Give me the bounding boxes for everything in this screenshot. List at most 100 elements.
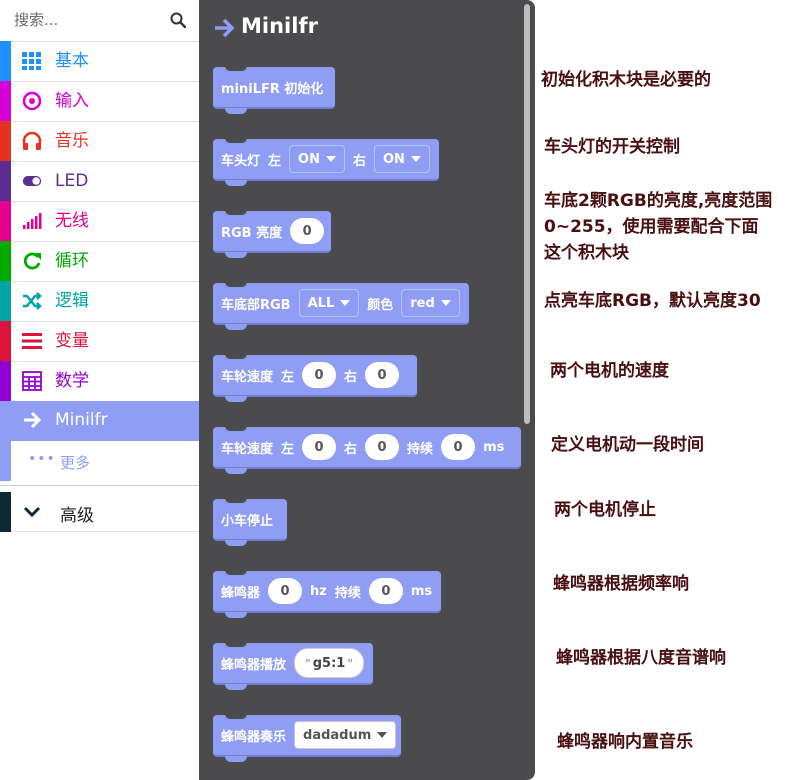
category-loops[interactable]: 循环	[0, 241, 199, 281]
category-color-bar	[0, 41, 11, 81]
grid-icon	[22, 52, 41, 70]
hz-label: hz	[310, 583, 327, 599]
category-label: 输入	[55, 91, 89, 111]
signal-icon	[23, 213, 42, 229]
caret-down-icon	[440, 300, 451, 306]
caret-down-icon	[325, 156, 336, 162]
category-color-bar	[0, 81, 11, 121]
block-label: 蜂鸣器播放	[221, 657, 287, 673]
dropdown-value: red	[410, 295, 435, 311]
category-advanced[interactable]: 高级	[0, 492, 199, 532]
left-speed-input[interactable]: 0	[302, 362, 337, 388]
duration-input[interactable]: 0	[368, 578, 403, 604]
dropdown-value: ALL	[307, 295, 335, 311]
rgb-color-dropdown[interactable]: red	[401, 289, 460, 317]
toolbox-sidebar: 基本 输入 音乐 LED 无线 循环 逻辑 变量 数学	[0, 0, 200, 780]
note-wheel-timed: 定义电机动一段时间	[551, 435, 704, 455]
search-box	[0, 0, 199, 40]
category-color-bar	[0, 241, 11, 281]
note-wheel-speed: 两个电机的速度	[550, 361, 669, 381]
block-wheel-speed-timed[interactable]: 车轮速度 左 0 右 0 持续 0 ms	[213, 426, 521, 474]
block-stop[interactable]: 小车停止	[213, 498, 287, 546]
category-more[interactable]: ••• 更多	[0, 441, 199, 481]
unit-label: ms	[410, 583, 433, 599]
category-music[interactable]: 音乐	[0, 121, 199, 161]
melody-dropdown[interactable]: dadadum	[294, 721, 397, 749]
left-light-dropdown[interactable]: ON	[289, 145, 345, 173]
category-radio[interactable]: 无线	[0, 201, 199, 241]
block-label: RGB 亮度	[221, 225, 283, 241]
category-color-bar	[0, 121, 11, 161]
category-label: 无线	[55, 211, 89, 231]
toggle-icon	[22, 176, 42, 186]
block-label: 车底部RGB	[221, 297, 291, 313]
block-buzzer-music[interactable]: 蜂鸣器奏乐 dadadum	[213, 714, 401, 762]
right-speed-input[interactable]: 0	[365, 362, 400, 388]
category-color-bar	[0, 441, 11, 481]
note-rgb-brightness-2: 0~255，使用需要配合下面	[544, 217, 759, 237]
unit-label: ms	[483, 439, 505, 455]
category-label: 基本	[55, 51, 89, 71]
left-speed-input[interactable]: 0	[302, 434, 337, 460]
divider	[0, 485, 199, 486]
category-color-bar	[0, 201, 11, 241]
right-label: 右	[344, 441, 358, 457]
category-logic[interactable]: 逻辑	[0, 281, 199, 321]
category-color-bar	[0, 321, 11, 361]
note-buzzer-music: 蜂鸣器响内置音乐	[557, 732, 693, 752]
category-label: 变量	[55, 331, 89, 351]
duration-label: 持续	[334, 585, 361, 601]
category-basic[interactable]: 基本	[0, 41, 199, 81]
flyout-scrollbar[interactable]	[524, 4, 530, 424]
caret-down-icon	[340, 300, 351, 306]
arrow-right-icon	[24, 411, 42, 429]
note-headlight: 车头灯的开关控制	[544, 137, 680, 157]
block-buzzer[interactable]: 蜂鸣器 0 hz 持续 0 ms	[213, 570, 441, 618]
category-variables[interactable]: 变量	[0, 321, 199, 361]
block-label: 小车停止	[221, 513, 274, 529]
note-input[interactable]: " g5:1 "	[294, 648, 365, 678]
category-label: LED	[55, 171, 89, 191]
block-rgb-brightness[interactable]: RGB 亮度 0	[213, 210, 331, 258]
block-flyout: Minilfr miniLFR 初始化 车头灯 左 ON 右 ON RGB 亮度…	[199, 0, 535, 780]
frequency-input[interactable]: 0	[268, 578, 303, 604]
dropdown-value: ON	[382, 151, 405, 167]
caret-down-icon	[377, 732, 388, 738]
category-math[interactable]: 数学	[0, 361, 199, 401]
block-label: miniLFR 初始化	[221, 81, 324, 97]
category-label: 逻辑	[55, 291, 89, 311]
note-buzzer-play: 蜂鸣器根据八度音谱响	[556, 648, 726, 668]
color-label: 颜色	[367, 297, 394, 313]
rgb-target-dropdown[interactable]: ALL	[298, 289, 360, 317]
duration-input[interactable]: 0	[441, 434, 476, 460]
note-rgb-brightness-3: 这个积木块	[544, 243, 629, 263]
right-speed-input[interactable]: 0	[365, 434, 400, 460]
search-icon[interactable]	[170, 12, 186, 28]
brightness-input[interactable]: 0	[290, 218, 325, 244]
category-led[interactable]: LED	[0, 161, 199, 201]
right-light-dropdown[interactable]: ON	[373, 145, 430, 173]
category-color-bar	[0, 281, 11, 321]
note-stop: 两个电机停止	[554, 500, 656, 520]
note-bottom-rgb: 点亮车底RGB，默认亮度30	[544, 291, 761, 311]
note-init: 初始化积木块是必要的	[541, 70, 711, 90]
block-buzzer-play[interactable]: 蜂鸣器播放 " g5:1 "	[213, 642, 373, 690]
block-wheel-speed[interactable]: 车轮速度 左 0 右 0	[213, 354, 417, 402]
block-label: 蜂鸣器	[221, 585, 261, 601]
category-input[interactable]: 输入	[0, 81, 199, 121]
category-label: 数学	[55, 371, 89, 391]
left-label: 左	[268, 153, 282, 169]
block-bottom-rgb[interactable]: 车底部RGB ALL 颜色 red	[213, 282, 469, 330]
block-headlight[interactable]: 车头灯 左 ON 右 ON	[213, 138, 439, 186]
arrow-right-icon	[215, 18, 235, 38]
search-input[interactable]	[14, 8, 159, 32]
flyout-title: Minilfr	[241, 14, 318, 38]
dropdown-value: dadadum	[303, 727, 372, 743]
category-label: 高级	[60, 506, 94, 526]
headphones-icon	[22, 131, 42, 150]
category-minilfr[interactable]: Minilfr	[0, 401, 199, 441]
block-label: 车轮速度	[221, 369, 274, 385]
block-init[interactable]: miniLFR 初始化	[213, 66, 335, 114]
block-label: 蜂鸣器奏乐	[221, 729, 287, 745]
right-label: 右	[344, 369, 358, 385]
